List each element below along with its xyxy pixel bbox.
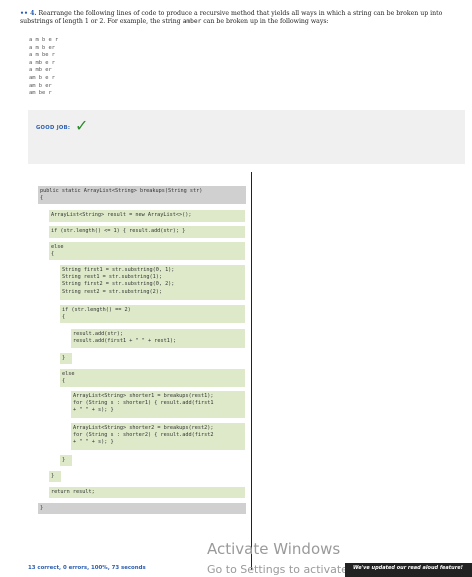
code-line-block[interactable]: if (str.length() <= 1) { result.add(str)… [49,226,245,238]
code-footer-block: } [38,503,246,514]
code-line-block[interactable]: String first1 = str.substring(0, 1); Str… [60,265,245,300]
example-item: a m be r [29,52,55,59]
question-text: •• 4. Rearrange the following lines of c… [20,10,443,25]
example-item: a mb er [29,67,52,74]
status-summary: 13 correct, 0 errors, 100%, 73 seconds [28,565,146,571]
code-line-block[interactable]: result.add(str); result.add(first1 + " "… [71,329,245,348]
question-number: •• 4. [20,10,37,17]
code-header-block: public static ArrayList<String> breakups… [38,186,246,204]
code-line-block[interactable]: } [60,353,72,364]
code-line-block[interactable]: else { [60,369,245,387]
example-word: amber [182,18,202,25]
code-line-block[interactable]: ArrayList<String> shorter1 = breakups(re… [71,391,245,418]
code-line-block[interactable]: ArrayList<String> result = new ArrayList… [49,210,245,222]
code-line-block[interactable]: if (str.length() == 2) { [60,305,245,323]
example-item: am be r [29,90,52,97]
example-item: am b er [29,82,52,89]
divider-line [251,172,252,570]
feedback-box: GOOD JOB: ✓ [28,110,465,164]
checkmark-icon: ✓ [75,116,89,135]
code-line-block[interactable]: } [49,471,61,482]
code-line-block[interactable]: else { [49,242,245,260]
good-job-label: GOOD JOB: [36,125,71,131]
code-line-block[interactable]: ArrayList<String> shorter2 = breakups(re… [71,423,245,450]
example-item: am b e r [29,74,55,81]
example-list: a m b e r a m b er a m be r a mb e r a m… [29,37,58,98]
example-item: a mb e r [29,59,55,66]
code-line-block[interactable]: return result; [49,487,245,498]
example-item: a m b er [29,44,55,51]
notice-banner[interactable]: We've updated our read aloud feature! [345,563,472,577]
watermark-title: Activate Windows [207,540,341,558]
code-line-block[interactable]: } [60,455,72,466]
example-item: a m b e r [29,37,59,43]
